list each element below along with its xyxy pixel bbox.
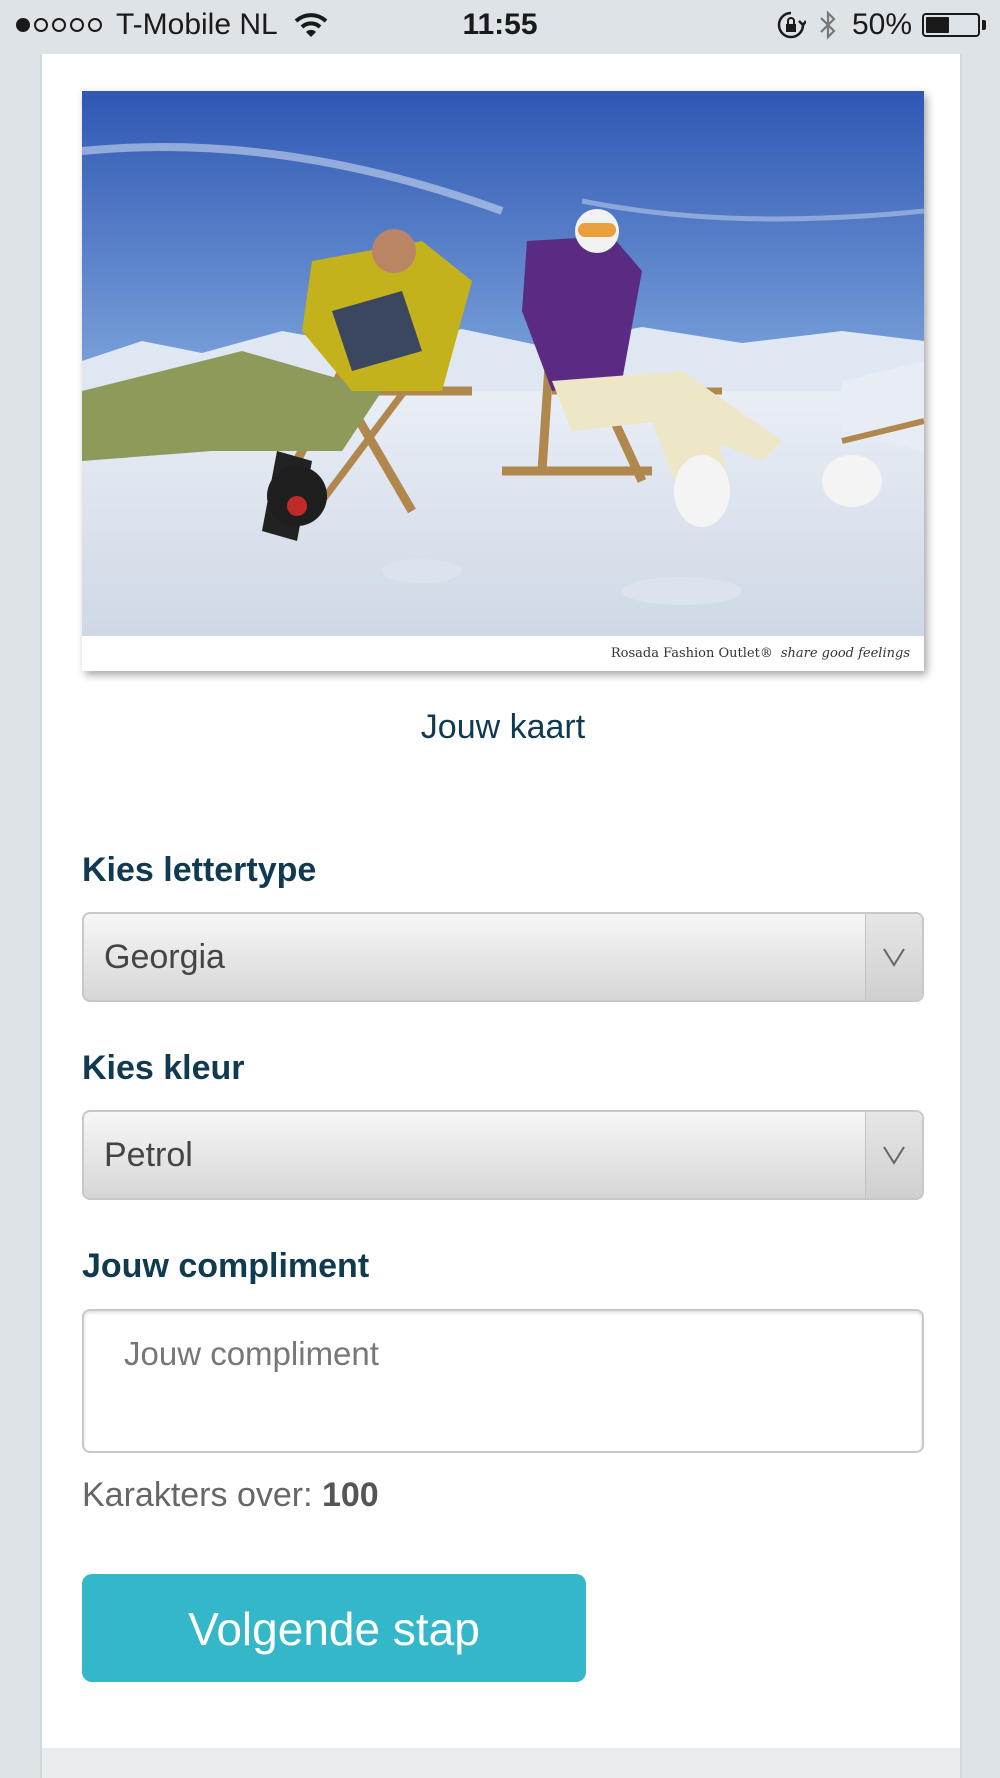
color-label: Kies kleur	[82, 1049, 245, 1087]
brand-text: Rosada Fashion Outlet®	[610, 646, 773, 661]
orientation-lock-icon	[777, 11, 806, 39]
characters-left-count: 100	[321, 1476, 379, 1514]
battery-tip	[982, 20, 986, 30]
characters-left: Karakters over: 100	[82, 1476, 379, 1515]
next-step-button[interactable]: Volgende stap	[82, 1574, 586, 1682]
bluetooth-icon	[820, 10, 836, 40]
tagline-text: share good feelings	[780, 646, 910, 661]
status-bar: T-Mobile NL 11:55 50%	[0, 0, 1000, 54]
characters-left-label: Karakters over:	[82, 1476, 313, 1514]
battery-fill	[926, 17, 949, 33]
status-right: 50%	[776, 8, 986, 42]
card-preview-image[interactable]: Rosada Fashion Outlet® share good feeling…	[82, 91, 924, 671]
font-select[interactable]: Georgia	[82, 912, 924, 1002]
card-caption: Jouw kaart	[420, 708, 586, 746]
color-select-value: Petrol	[104, 1136, 193, 1174]
font-select-value: Georgia	[104, 938, 225, 976]
battery-icon	[922, 13, 980, 37]
card-branding: Rosada Fashion Outlet® share good feeling…	[82, 636, 924, 671]
color-select[interactable]: Petrol	[82, 1110, 924, 1200]
font-label: Kies lettertype	[82, 851, 317, 889]
card-builder-panel: Rosada Fashion Outlet® share good feeling…	[40, 54, 962, 1778]
chevron-down-icon[interactable]	[865, 1112, 922, 1198]
panel-footer	[42, 1748, 960, 1778]
compliment-label: Jouw compliment	[82, 1247, 370, 1285]
compliment-textarea[interactable]	[82, 1309, 924, 1453]
battery-percent: 50%	[851, 8, 912, 41]
ski-deckchair-photo	[82, 91, 924, 636]
chevron-down-icon[interactable]	[865, 914, 922, 1000]
